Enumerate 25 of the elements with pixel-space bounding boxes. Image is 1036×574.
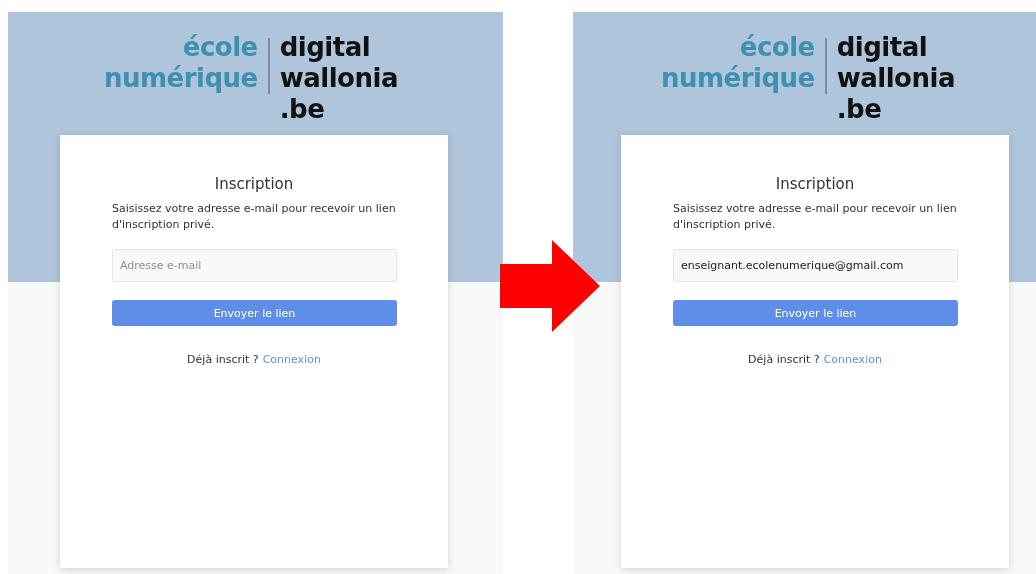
card-title: Inscription [774,175,856,193]
arrow-icon [500,240,600,332]
logo-text: wallonia [836,63,955,94]
card-description: Saisissez votre adresse e-mail pour recevoir un lien d'inscription privé. [673,201,957,233]
logo-text: .be [279,94,325,125]
logo-text: numérique [104,63,258,94]
card-title: Inscription [213,175,295,193]
logo-text: .be [836,94,882,125]
logo-divider [824,38,827,94]
email-field[interactable]: enseignant.ecolenumerique@gmail.com [673,249,958,282]
logo-text: numérique [661,63,815,94]
footer-text: Déjà inscrit ? [187,353,259,366]
logo-text: digital [836,32,928,63]
card-description: Saisissez votre adresse e-mail pour recevoir un lien d'inscription privé. [112,201,396,233]
footer-text: Déjà inscrit ? [748,353,820,366]
send-link-button[interactable]: Envoyer le lien [112,300,397,326]
email-field[interactable]: Adresse e-mail [112,249,397,282]
logo-text: digital [279,32,371,63]
logo-divider [267,38,270,94]
login-link[interactable]: Connexion [823,353,882,366]
login-link[interactable]: Connexion [262,353,321,366]
logo-text: wallonia [279,63,398,94]
logo-text: école [182,32,258,63]
send-link-button[interactable]: Envoyer le lien [673,300,958,326]
logo-text: école [739,32,815,63]
